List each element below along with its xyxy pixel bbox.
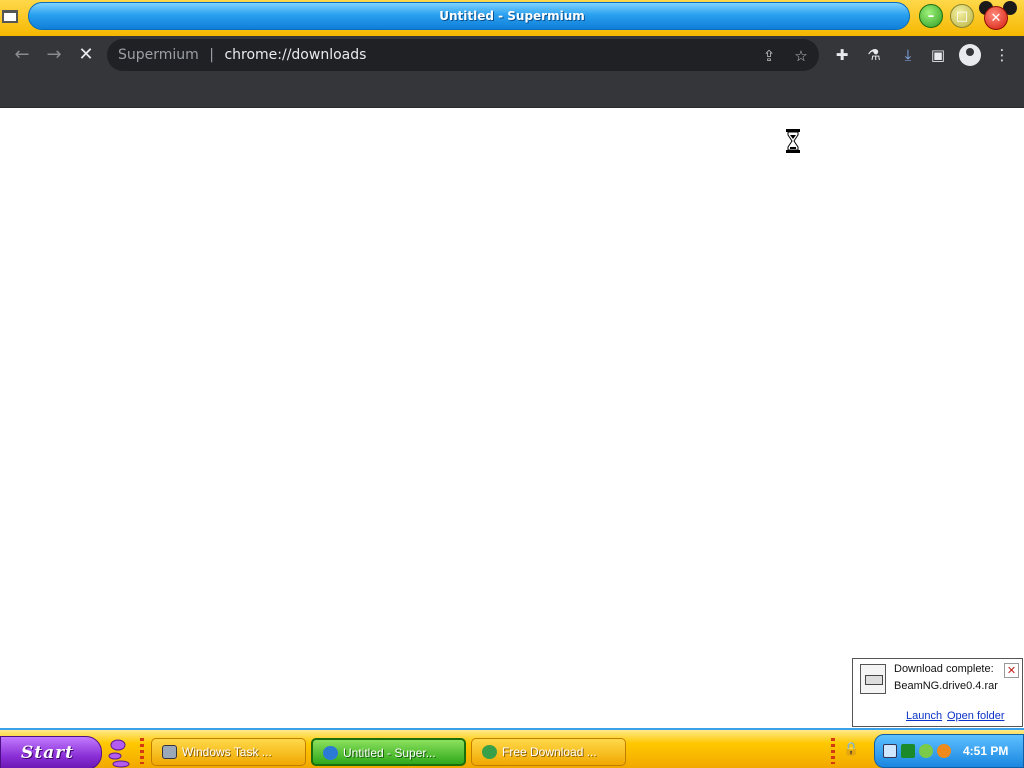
menu-button[interactable]: ⋮	[992, 45, 1012, 65]
browser-toolbar: ← → ✕ Supermium | chrome://downloads ⇪ ☆…	[0, 36, 1024, 74]
taskbar-separator	[140, 738, 144, 764]
task-manager-icon	[162, 745, 177, 759]
refresh-tray-icon[interactable]	[919, 744, 933, 758]
star-icon: ☆	[794, 47, 808, 65]
flask-icon: ⚗	[867, 46, 881, 64]
puzzle-icon: ✚	[835, 46, 849, 64]
notification-heading: Download complete:	[894, 663, 994, 675]
download-manager-icon	[482, 745, 497, 759]
open-folder-link[interactable]: Open folder	[947, 710, 1004, 722]
lock-icon[interactable]: 🔒	[843, 742, 859, 760]
maximize-icon: □	[955, 8, 969, 24]
arrow-right-icon: →	[46, 44, 62, 65]
task-button-supermium[interactable]: Untitled - Super...	[311, 738, 466, 766]
browser-icon	[323, 746, 338, 760]
window-titlebar[interactable]: Untitled - Supermium – □ ✕	[0, 0, 1024, 36]
download-icon: ⤓	[904, 46, 912, 64]
arrow-left-icon: ←	[14, 44, 30, 65]
profile-button[interactable]	[959, 44, 981, 66]
back-button[interactable]: ←	[10, 44, 34, 66]
taskbar: Start Windows Task ... Untitled - Super.…	[0, 728, 1024, 768]
close-icon: ✕	[990, 10, 1002, 26]
window-title: Untitled - Supermium	[439, 9, 585, 23]
share-button[interactable]: ⇪	[760, 47, 778, 65]
tray-separator	[831, 738, 835, 764]
archive-file-icon	[860, 664, 886, 694]
kebab-menu-icon: ⋮	[994, 46, 1010, 64]
side-panel-icon: ▣	[930, 46, 946, 64]
clock[interactable]: 4:51 PM	[963, 744, 1008, 758]
task-button-free-download[interactable]: Free Download ...	[471, 738, 626, 766]
minimize-icon: –	[927, 8, 935, 24]
task-label: Windows Task ...	[182, 745, 272, 759]
system-tray: 4:51 PM	[874, 734, 1024, 768]
forward-button[interactable]: →	[42, 44, 66, 66]
network-tray-icon[interactable]	[883, 744, 897, 758]
side-panel-button[interactable]: ▣	[928, 45, 948, 65]
stop-icon: ✕	[78, 44, 94, 65]
task-label: Free Download ...	[502, 745, 597, 759]
maximize-button[interactable]: □	[950, 4, 974, 28]
download-complete-notification: Download complete: BeamNG.drive0.4.rar ✕…	[852, 658, 1023, 727]
hourglass-cursor-icon	[786, 129, 800, 153]
notification-close-button[interactable]: ✕	[1004, 663, 1019, 678]
address-url: chrome://downloads	[224, 47, 367, 63]
search-tray-icon[interactable]	[937, 744, 951, 758]
start-label: Start	[21, 743, 74, 763]
downloads-button[interactable]: ⤓	[898, 45, 918, 65]
start-decoration-icon	[108, 739, 130, 768]
notification-filename: BeamNG.drive0.4.rar	[894, 680, 998, 692]
start-button[interactable]: Start	[0, 736, 102, 768]
share-icon: ⇪	[762, 47, 776, 65]
address-separator: |	[209, 47, 214, 63]
task-label: Untitled - Super...	[343, 746, 436, 760]
green-tray-icon[interactable]	[901, 744, 915, 758]
page-content[interactable]	[0, 108, 1024, 728]
extensions-button[interactable]: ✚	[832, 45, 852, 65]
close-button[interactable]: ✕	[984, 6, 1008, 30]
launch-link[interactable]: Launch	[906, 710, 942, 722]
bookmark-bar	[0, 74, 1024, 108]
address-bar[interactable]: Supermium | chrome://downloads ⇪ ☆	[107, 39, 819, 71]
desktop: Untitled - Supermium – □ ✕ ← → ✕ Supermi…	[0, 0, 1024, 768]
address-bar-text: Supermium | chrome://downloads	[118, 47, 366, 63]
labs-button[interactable]: ⚗	[864, 45, 884, 65]
address-prefix: Supermium	[118, 47, 199, 63]
task-button-windows-task-manager[interactable]: Windows Task ...	[151, 738, 306, 766]
stop-loading-button[interactable]: ✕	[74, 44, 98, 66]
minimize-button[interactable]: –	[919, 4, 943, 28]
bookmark-button[interactable]: ☆	[792, 47, 810, 65]
